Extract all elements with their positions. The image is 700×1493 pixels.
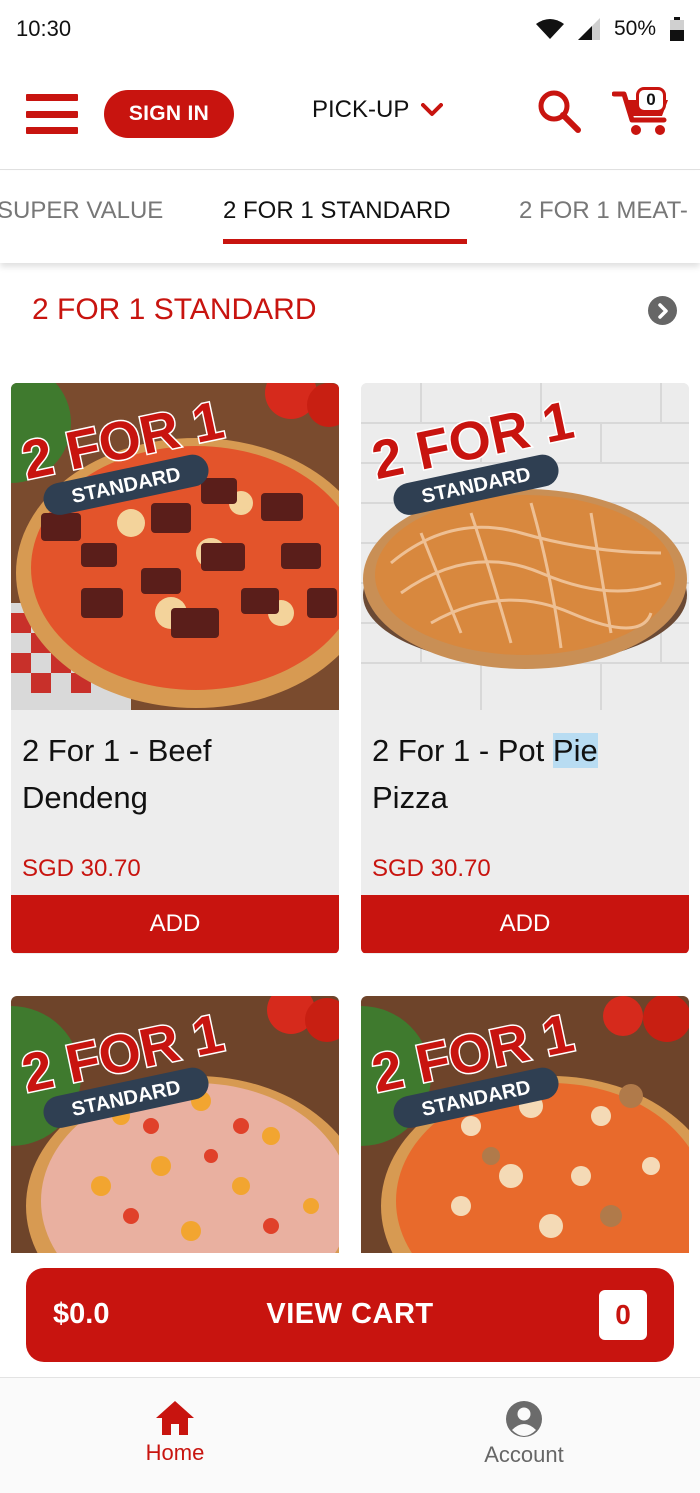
product-price: SGD 30.70 bbox=[22, 855, 141, 882]
product-name-line2: Pizza bbox=[372, 780, 448, 815]
account-icon bbox=[506, 1401, 542, 1437]
tab-2-for-1-standard[interactable]: 2 FOR 1 STANDARD bbox=[223, 197, 451, 225]
product-name-line2: Dendeng bbox=[22, 780, 148, 815]
active-tab-indicator bbox=[223, 239, 467, 244]
product-name: 2 For 1 - Pot Pie Pizza bbox=[372, 727, 677, 821]
order-mode-dropdown[interactable]: PICK-UP bbox=[312, 96, 444, 124]
tab-2-for-1-meat[interactable]: 2 FOR 1 MEAT- bbox=[519, 197, 688, 225]
tab-super-value[interactable]: SUPER VALUE bbox=[0, 197, 163, 225]
product-card[interactable]: 2 FOR 1 STANDARD 2 For 1 - Pot Pie Pizza… bbox=[361, 383, 689, 954]
status-bar: 10:30 50% bbox=[0, 0, 700, 58]
nav-label-account: Account bbox=[484, 1442, 564, 1467]
hamburger-menu-icon[interactable] bbox=[26, 94, 78, 134]
add-to-cart-button[interactable]: ADD bbox=[11, 895, 339, 953]
product-image: 2 FOR 1 STANDARD bbox=[11, 383, 339, 710]
sign-in-button[interactable]: SIGN IN bbox=[104, 90, 234, 138]
view-cart-button[interactable]: $0.0 VIEW CART 0 bbox=[26, 1268, 674, 1362]
search-icon[interactable] bbox=[536, 88, 582, 134]
battery-icon bbox=[670, 17, 684, 41]
product-name-line1: 2 For 1 - Pot Pie bbox=[372, 727, 677, 774]
order-mode-label: PICK-UP bbox=[312, 96, 410, 123]
cart-count-badge: 0 bbox=[636, 87, 666, 113]
product-card[interactable]: 2 FOR 1 STANDARD bbox=[361, 996, 689, 1253]
product-image: 2 FOR 1 STANDARD bbox=[361, 383, 689, 710]
category-tabs: SUPER VALUE 2 FOR 1 STANDARD 2 FOR 1 MEA… bbox=[0, 171, 700, 263]
app-header: SIGN IN PICK-UP 0 bbox=[0, 58, 700, 170]
battery-percent: 50% bbox=[613, 17, 656, 40]
cart-item-count: 0 bbox=[599, 1290, 647, 1340]
signal-icon bbox=[577, 18, 600, 40]
selected-text-highlight: Pie bbox=[552, 733, 598, 768]
home-icon bbox=[156, 1401, 194, 1435]
add-to-cart-button[interactable]: ADD bbox=[361, 895, 689, 953]
status-indicators: 50% bbox=[535, 17, 684, 41]
nav-label-home: Home bbox=[145, 1440, 205, 1465]
wifi-icon bbox=[535, 18, 564, 40]
product-name-text: 2 For 1 - Pot bbox=[372, 733, 553, 768]
nav-item-home[interactable]: Home bbox=[95, 1400, 255, 1466]
product-name: 2 For 1 - Beef Dendeng bbox=[22, 727, 327, 821]
bottom-navigation: Home Account bbox=[0, 1377, 700, 1493]
product-image: 2 FOR 1 STANDARD bbox=[11, 996, 339, 1253]
product-image: 2 FOR 1 STANDARD bbox=[361, 996, 689, 1253]
section-title: 2 FOR 1 STANDARD bbox=[32, 293, 317, 326]
view-cart-bar: $0.0 VIEW CART 0 bbox=[0, 1253, 700, 1377]
status-time: 10:30 bbox=[16, 16, 72, 41]
chevron-right-icon[interactable] bbox=[648, 296, 677, 325]
product-price: SGD 30.70 bbox=[372, 855, 491, 882]
nav-item-account[interactable]: Account bbox=[444, 1400, 604, 1468]
product-card[interactable]: 2 FOR 1 STANDARD bbox=[11, 996, 339, 1253]
chevron-down-icon bbox=[421, 103, 444, 116]
view-cart-label: VIEW CART bbox=[266, 1298, 434, 1330]
product-card[interactable]: 2 FOR 1 STANDARD 2 For 1 - Beef Dendeng … bbox=[11, 383, 339, 954]
product-name-line1: 2 For 1 - Beef bbox=[22, 733, 212, 768]
